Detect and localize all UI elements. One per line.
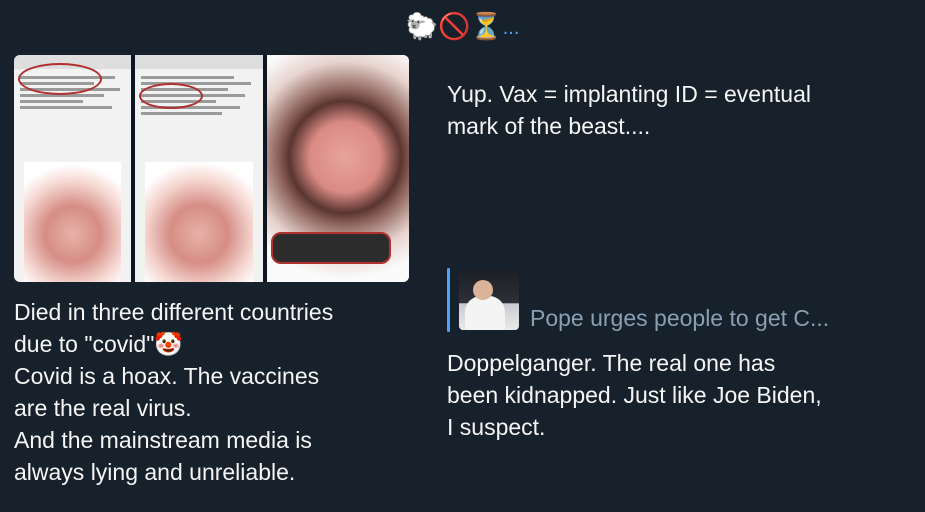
message-text: Died in three different countries due to… [14, 296, 414, 488]
reply-message: Doppelganger. The real one has been kidn… [447, 347, 912, 443]
message-line: Doppelganger. The real one has [447, 350, 776, 376]
message-line: Yup. Vax = implanting ID = eventual [447, 81, 811, 107]
message-line: And the mainstream media is [14, 427, 312, 453]
image-collage[interactable] [14, 55, 409, 282]
ellipsis-icon[interactable]: ... [503, 17, 520, 39]
message-line: always lying and unreliable. [14, 459, 296, 485]
message-line: are the real virus. [14, 395, 192, 421]
left-message: Died in three different countries due to… [14, 55, 414, 488]
link-title: Pope urges people to get C... [530, 305, 830, 331]
message-line: Covid is a hoax. The vaccines [14, 363, 320, 389]
message-line: been kidnapped. Just like Joe Biden, [447, 382, 822, 408]
quoted-link-preview[interactable]: Pope urges people to get C... [447, 268, 917, 332]
message-line: I suspect. [447, 414, 546, 440]
message-line: due to "covid"🤡 [14, 331, 183, 357]
message-line: Died in three different countries [14, 299, 334, 325]
screenshot-thumbnail-2[interactable] [135, 55, 263, 282]
header-emoji: 🐑🚫⏳ [405, 11, 503, 41]
right-message: Yup. Vax = implanting ID = eventual mark… [447, 78, 907, 142]
screenshot-thumbnail-3[interactable] [267, 55, 409, 282]
message-text: Yup. Vax = implanting ID = eventual mark… [447, 78, 907, 142]
header-emoji-row: 🐑🚫⏳... [0, 8, 925, 46]
screenshot-thumbnail-1[interactable] [14, 55, 131, 282]
quote-bar [447, 268, 450, 332]
message-line: mark of the beast.... [447, 113, 651, 139]
link-thumbnail [459, 270, 519, 330]
